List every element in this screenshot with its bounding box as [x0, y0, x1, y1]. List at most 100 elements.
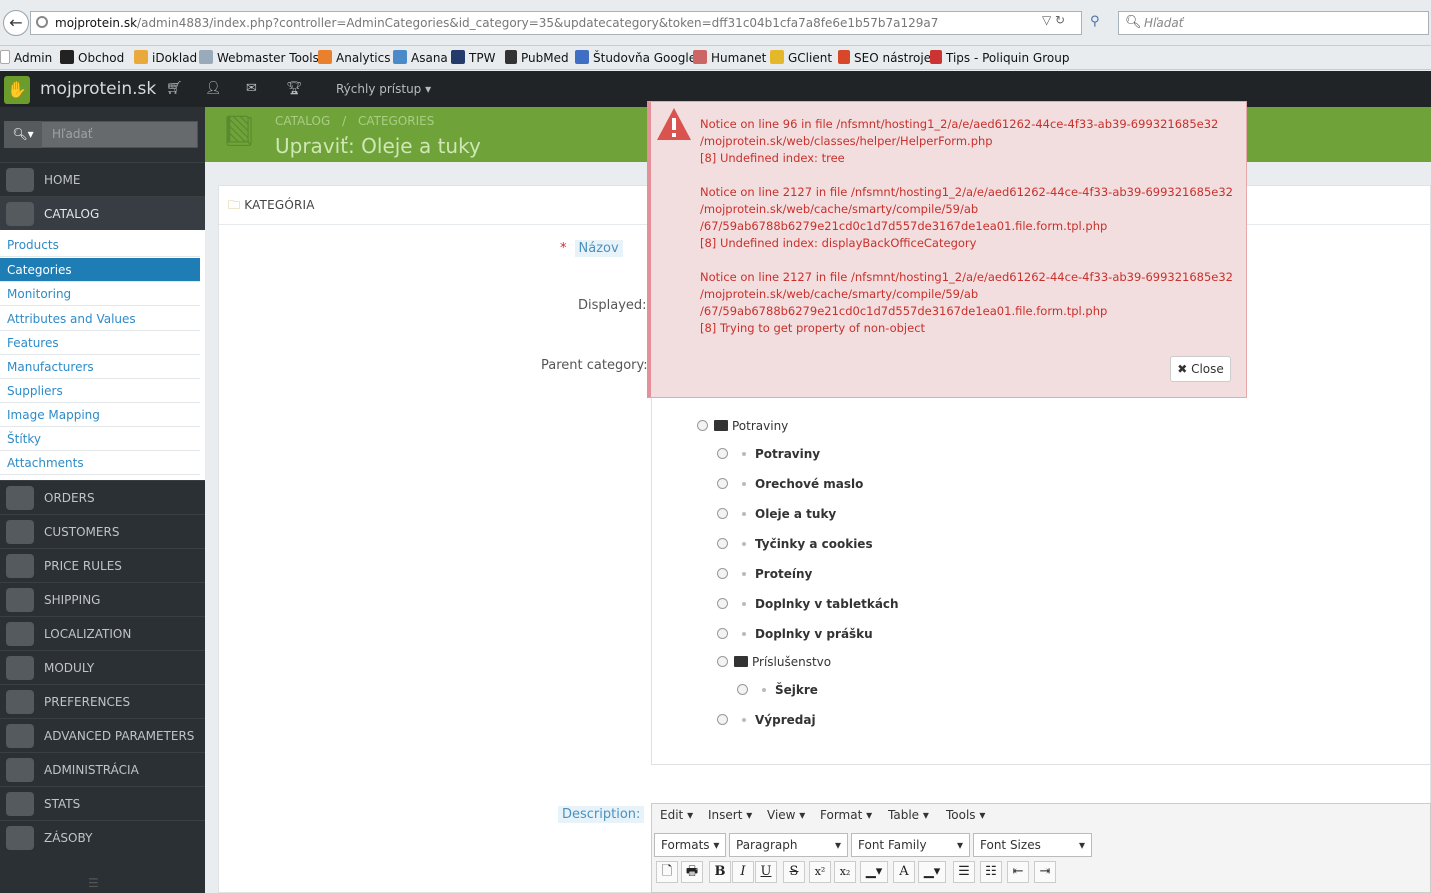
sidebar-item-stats[interactable]: STATS: [0, 786, 205, 820]
font-family-dropdown[interactable]: Font Family ▾: [851, 833, 970, 857]
quick-access-menu[interactable]: Rýchly prístup ▾: [336, 82, 431, 96]
breadcrumb-catalog[interactable]: CATALOG: [275, 114, 330, 128]
indent-icon[interactable]: ⇥: [1034, 861, 1056, 883]
category-radio[interactable]: [717, 656, 728, 667]
editor-menu-view[interactable]: View ▾: [767, 808, 805, 822]
superscript-icon[interactable]: x²: [809, 861, 831, 883]
sidebar-item-preferences[interactable]: PREFERENCES: [0, 684, 205, 718]
background-color-icon[interactable]: ▁▾: [918, 861, 946, 883]
sidebar-item-administracia[interactable]: ADMINISTRÁCIA: [0, 752, 205, 786]
print-icon[interactable]: 🖶: [681, 861, 703, 883]
bookmark-admin[interactable]: Admin: [0, 49, 52, 67]
tree-item[interactable]: Orechové maslo: [717, 477, 863, 491]
sidebar-item-advanced-parameters[interactable]: ADVANCED PARAMETERS: [0, 718, 205, 752]
tree-item[interactable]: Tyčinky a cookies: [717, 537, 873, 551]
bookmark-pubmed[interactable]: PubMed: [505, 49, 569, 67]
browser-search-input[interactable]: Hľadať: [1118, 11, 1429, 35]
logo-icon[interactable]: ✋: [4, 76, 30, 104]
category-radio[interactable]: [717, 598, 728, 609]
bookmark-seo[interactable]: SEO nástroje: [838, 49, 931, 67]
editor-menu-tools[interactable]: Tools ▾: [946, 808, 985, 822]
category-radio[interactable]: [737, 684, 748, 695]
shop-name-link[interactable]: mojprotein.sk: [40, 79, 156, 99]
back-arrow-icon[interactable]: ←: [3, 10, 29, 36]
bookmark-poliquin[interactable]: Tips - Poliquin Group: [930, 49, 1069, 67]
reload-icon[interactable]: ▽ ↻: [1042, 13, 1065, 27]
category-radio[interactable]: [697, 420, 708, 431]
submenu-image-mapping[interactable]: Image Mapping: [0, 403, 200, 427]
bookmark-webmaster-tools[interactable]: Webmaster Tools: [199, 49, 319, 67]
tree-item[interactable]: Proteíny: [717, 567, 812, 581]
bookmark-humanet[interactable]: Humanet: [693, 49, 766, 67]
breadcrumb-categories[interactable]: CATEGORIES: [358, 114, 434, 128]
bookmark-gclient[interactable]: GClient: [770, 49, 832, 67]
submenu-features[interactable]: Features: [0, 331, 200, 355]
font-color-icon[interactable]: A: [893, 861, 915, 883]
sidebar-item-orders[interactable]: ORDERS: [0, 480, 205, 514]
bookmark-studovna[interactable]: Študovňa Google: [575, 49, 696, 67]
bookmark-asana[interactable]: Asana: [393, 49, 448, 67]
sidebar-item-zasoby[interactable]: ZÁSOBY: [0, 820, 205, 854]
formats-dropdown[interactable]: Formats ▾: [654, 833, 726, 857]
bookmark-idoklad[interactable]: iDoklad: [134, 49, 197, 67]
submenu-attachments[interactable]: Attachments: [0, 451, 200, 475]
numbered-list-icon[interactable]: ☷: [980, 861, 1002, 883]
bookmark-obchod[interactable]: Obchod: [60, 49, 124, 67]
submenu-monitoring[interactable]: Monitoring: [0, 282, 200, 306]
tree-item-root[interactable]: Potraviny: [697, 419, 788, 433]
category-radio[interactable]: [717, 538, 728, 549]
search-icon[interactable]: 🔍︎▾: [4, 121, 42, 148]
sidebar-item-price-rules[interactable]: PRICE RULES: [0, 548, 205, 582]
submenu-attributes[interactable]: Attributes and Values: [0, 307, 200, 331]
italic-icon[interactable]: I: [732, 861, 754, 883]
user-icon[interactable]: 👤︎: [205, 81, 222, 96]
category-radio[interactable]: [717, 714, 728, 725]
text-color-icon[interactable]: ▁▾: [860, 861, 888, 883]
submenu-suppliers[interactable]: Suppliers: [0, 379, 200, 403]
envelope-icon[interactable]: ✉: [246, 81, 257, 96]
tree-item[interactable]: Výpredaj: [717, 713, 816, 727]
tree-item[interactable]: Doplnky v prášku: [717, 627, 873, 641]
tree-item[interactable]: Doplnky v tabletkách: [717, 597, 899, 611]
tree-item[interactable]: Šejkre: [737, 683, 818, 697]
subscript-icon[interactable]: x₂: [834, 861, 856, 883]
new-document-icon[interactable]: 🗋: [656, 861, 678, 883]
bold-icon[interactable]: B: [709, 861, 731, 883]
sidebar-item-shipping[interactable]: SHIPPING: [0, 582, 205, 616]
submenu-categories[interactable]: Categories: [0, 258, 200, 282]
trophy-icon[interactable]: 🏆︎: [286, 81, 303, 96]
sidebar-item-localization[interactable]: LOCALIZATION: [0, 616, 205, 650]
category-radio[interactable]: [717, 508, 728, 519]
collapse-menu-icon[interactable]: ☰: [88, 876, 99, 890]
outdent-icon[interactable]: ⇤: [1007, 861, 1029, 883]
sidebar-item-home[interactable]: HOME: [0, 162, 205, 196]
submenu-manufacturers[interactable]: Manufacturers: [0, 355, 200, 379]
category-radio[interactable]: [717, 448, 728, 459]
editor-menu-format[interactable]: Format ▾: [820, 808, 872, 822]
bullet-list-icon[interactable]: ☰: [953, 861, 975, 883]
underline-icon[interactable]: U: [755, 861, 777, 883]
close-button[interactable]: ✖ Close: [1170, 356, 1231, 382]
extension-icon[interactable]: ⚲: [1090, 14, 1108, 30]
paragraph-dropdown[interactable]: Paragraph ▾: [729, 833, 848, 857]
tree-item[interactable]: Potraviny: [717, 447, 820, 461]
font-sizes-dropdown[interactable]: Font Sizes ▾: [973, 833, 1092, 857]
url-input[interactable]: mojprotein.sk/admin4883/index.php?contro…: [30, 11, 1082, 35]
cart-icon[interactable]: 🛒︎: [166, 81, 183, 96]
tree-item-folder[interactable]: Príslušenstvo: [717, 655, 831, 669]
category-radio[interactable]: [717, 628, 728, 639]
editor-menu-edit[interactable]: Edit ▾: [660, 808, 693, 822]
bookmark-analytics[interactable]: Analytics: [318, 49, 391, 67]
editor-menu-insert[interactable]: Insert ▾: [708, 808, 752, 822]
editor-menu-table[interactable]: Table ▾: [888, 808, 929, 822]
category-radio[interactable]: [717, 568, 728, 579]
strikethrough-icon[interactable]: S: [783, 861, 805, 883]
submenu-products[interactable]: Products: [0, 233, 200, 257]
tree-item-selected[interactable]: Oleje a tuky: [717, 507, 836, 521]
sidebar-item-moduly[interactable]: MODULY: [0, 650, 205, 684]
bookmark-tpw[interactable]: TPW: [451, 49, 495, 67]
submenu-stitky[interactable]: Štítky: [0, 427, 200, 451]
category-radio[interactable]: [717, 478, 728, 489]
site-identity-icon[interactable]: [36, 16, 48, 28]
sidebar-item-catalog[interactable]: CATALOG: [0, 196, 205, 230]
